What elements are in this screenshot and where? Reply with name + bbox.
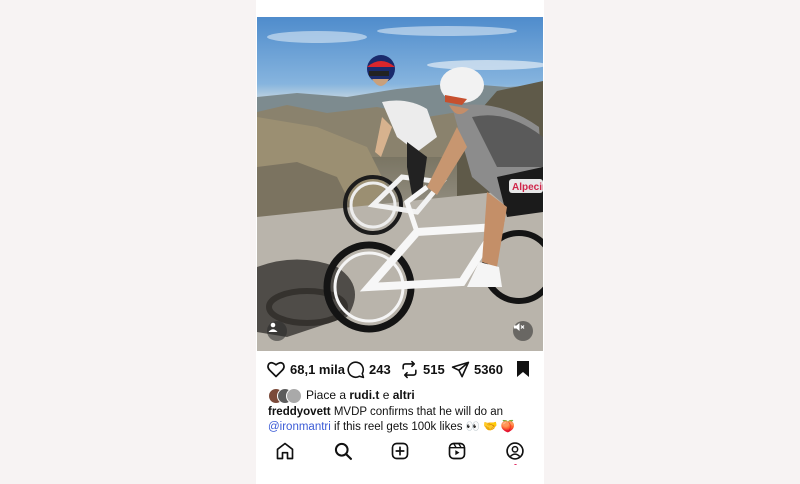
mute-button[interactable] xyxy=(513,321,533,341)
reels-icon xyxy=(448,442,466,460)
send-icon xyxy=(451,361,470,377)
liked-by-user[interactable]: rudi.t xyxy=(349,388,379,402)
notification-dot xyxy=(513,464,517,465)
liked-by-row[interactable]: Piace a rudi.t e altri xyxy=(268,387,415,404)
shares-count: 5360 xyxy=(474,361,503,377)
liked-by-others[interactable]: altri xyxy=(393,388,415,402)
caption-username[interactable]: freddyovett xyxy=(268,406,331,418)
search-icon xyxy=(334,442,352,460)
plus-square-icon xyxy=(391,442,409,460)
bottom-tab-bar xyxy=(256,437,544,465)
repost-button[interactable]: 515 xyxy=(400,357,445,381)
reel-video[interactable]: Alpecin xyxy=(257,17,543,351)
tag-button[interactable] xyxy=(267,321,287,341)
mute-icon xyxy=(514,323,525,331)
likes-count: 68,1 mila xyxy=(290,361,345,377)
reposts-count: 515 xyxy=(423,361,445,377)
tab-reels[interactable] xyxy=(445,439,469,463)
caption-text-1: MVDP confirms that he will do an xyxy=(333,406,503,418)
post-caption: freddyovett MVDP confirms that he will d… xyxy=(268,405,538,435)
home-icon xyxy=(276,442,294,460)
caption-text-2: if this reel gets 100k likes 👀 🤝 🍑 xyxy=(334,421,516,433)
jersey-text: Alpecin xyxy=(512,182,543,193)
bookmark-icon xyxy=(517,361,529,377)
right-backdrop xyxy=(544,0,800,484)
comments-count: 243 xyxy=(369,361,391,377)
instagram-post-screen: Alpecin 68,1 mila xyxy=(256,17,544,465)
liked-by-joiner: e xyxy=(382,388,390,402)
repost-icon xyxy=(402,360,417,378)
liked-by-prefix: Piace a xyxy=(306,388,347,402)
save-button[interactable] xyxy=(514,357,532,381)
liked-by-avatars xyxy=(268,388,302,404)
cyclists-illustration: Alpecin xyxy=(257,26,543,351)
tab-search[interactable] xyxy=(331,439,355,463)
post-actions-bar: 68,1 mila 243 515 5360 xyxy=(256,357,544,381)
profile-icon xyxy=(506,442,524,460)
tab-profile[interactable] xyxy=(503,439,527,465)
tab-home[interactable] xyxy=(273,439,297,463)
share-button[interactable]: 5360 xyxy=(451,357,503,381)
comment-button[interactable]: 243 xyxy=(346,357,391,381)
person-tag-icon xyxy=(268,322,278,332)
avatar xyxy=(286,388,302,404)
caption-mention[interactable]: @ironmantri xyxy=(268,421,331,433)
heart-icon xyxy=(267,361,285,378)
tab-create[interactable] xyxy=(388,439,412,463)
like-button[interactable]: 68,1 mila xyxy=(266,357,345,381)
comment-icon xyxy=(347,360,365,378)
left-backdrop xyxy=(0,0,256,484)
